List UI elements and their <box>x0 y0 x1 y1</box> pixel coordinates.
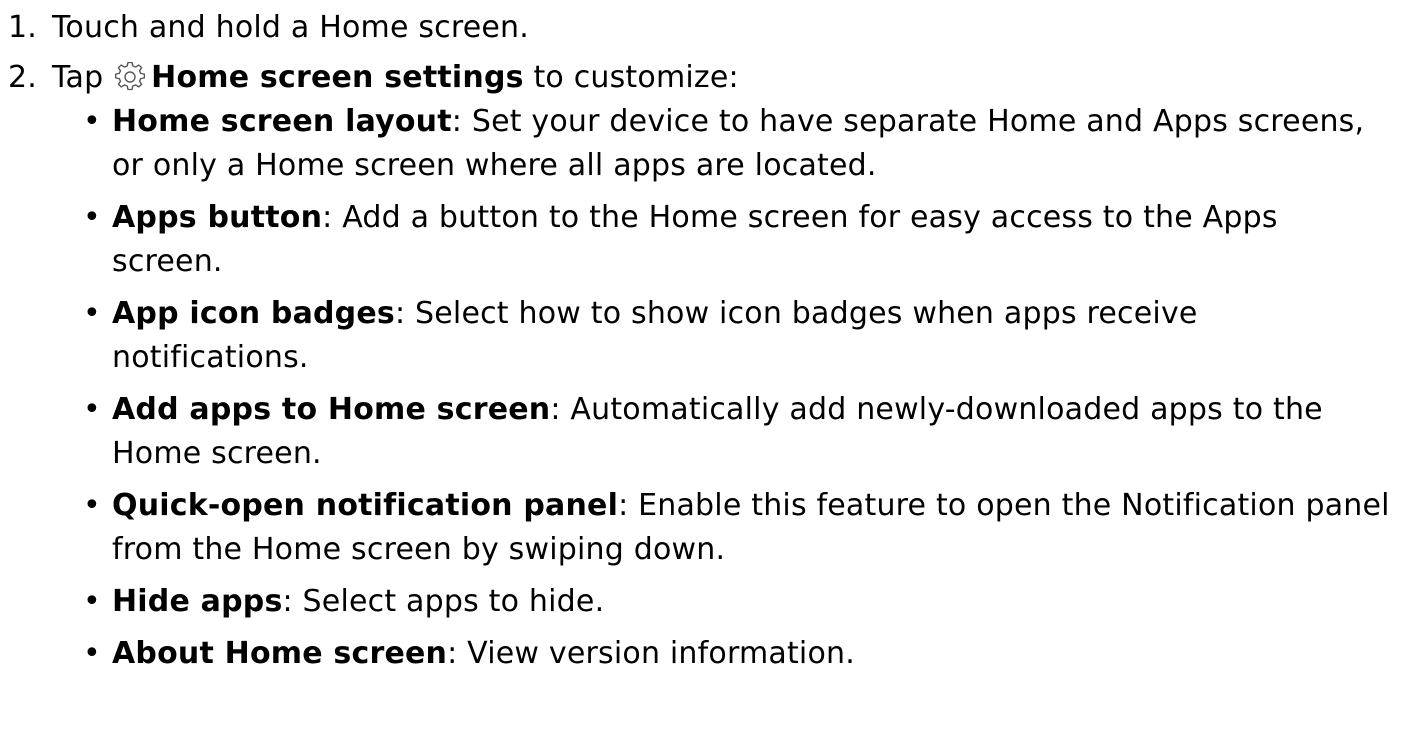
bullet-desc: : View version information. <box>447 636 855 671</box>
bullet-icon: • <box>83 392 101 427</box>
bullet-icon: • <box>83 200 101 235</box>
step-bold-term: Home screen settings <box>151 60 524 95</box>
gear-icon <box>115 61 146 91</box>
list-item: • App icon badges: Select how to show ico… <box>83 292 1392 380</box>
bullet-term: Home screen layout <box>112 104 452 139</box>
bullet-icon: • <box>83 104 101 139</box>
bullet-icon: • <box>83 488 101 523</box>
bullet-term: Apps button <box>112 200 323 235</box>
bullet-term: About Home screen <box>112 636 448 671</box>
step-number: 1. <box>8 10 38 45</box>
bullet-term: App icon badges <box>112 296 395 331</box>
bullet-term: Add apps to Home screen <box>112 392 551 427</box>
instructions-document: 1. Touch and hold a Home screen. 2. Tap Ho… <box>0 0 1404 742</box>
list-item: • Apps button: Add a button to the Home s… <box>83 196 1392 284</box>
bullet-desc: : Select apps to hide. <box>282 584 605 619</box>
step-prefix: Tap <box>52 60 104 95</box>
step-number: 2. <box>8 60 38 95</box>
list-item: • Add apps to Home screen: Automatically … <box>83 388 1392 476</box>
list-item: • Hide apps: Select apps to hide. <box>83 580 1392 624</box>
bullet-icon: • <box>83 584 101 619</box>
step-1: 1. Touch and hold a Home screen. <box>8 6 529 50</box>
bullet-icon: • <box>83 636 101 671</box>
bullet-term: Quick-open notification panel <box>112 488 619 523</box>
list-item: • About Home screen: View version informa… <box>83 632 1392 676</box>
list-item: • Home screen layout: Set your device to … <box>83 100 1392 188</box>
settings-bullet-list: • Home screen layout: Set your device to … <box>83 100 1392 684</box>
bullet-term: Hide apps <box>112 584 283 619</box>
step-text: Touch and hold a Home screen. <box>52 10 530 45</box>
list-item: • Quick-open notification panel: Enable t… <box>83 484 1392 572</box>
bullet-icon: • <box>83 296 101 331</box>
step-suffix: to customize: <box>523 60 739 95</box>
step-2: 2. Tap Home screen settings to customize: <box>8 56 739 100</box>
